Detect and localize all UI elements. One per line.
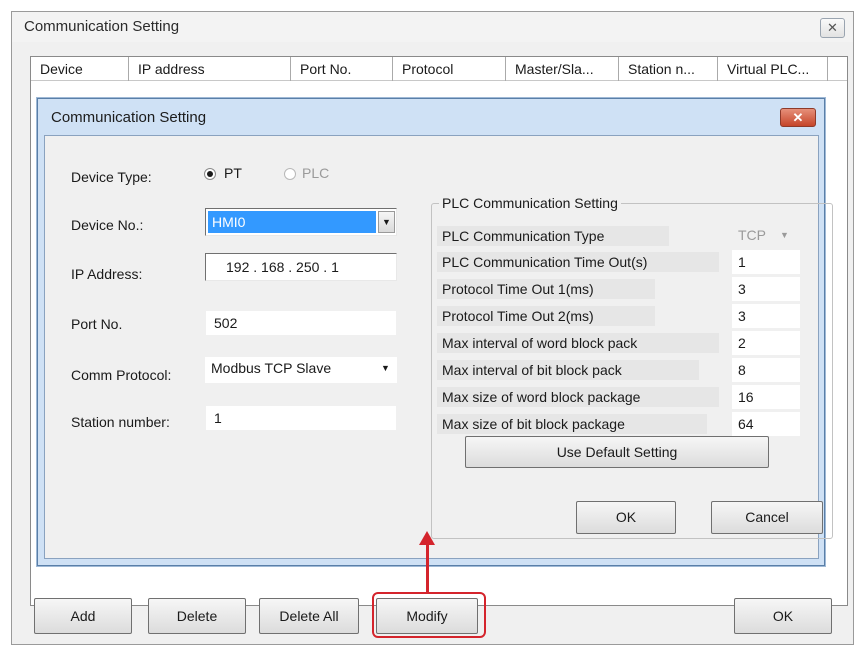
close-icon: ✕ [827, 20, 838, 35]
max-interval-word-field[interactable]: 2 [732, 331, 800, 355]
outer-title-bar[interactable]: Communication Setting ✕ [12, 12, 853, 42]
device-no-dropdown[interactable]: HMI0 ▼ [205, 208, 397, 236]
plc-timeout-label: PLC Communication Time Out(s) [437, 252, 719, 272]
radio-pt-label[interactable]: PT [224, 165, 242, 181]
close-icon: ✕ [792, 110, 804, 125]
outer-ok-button[interactable]: OK [734, 598, 832, 634]
plc-timeout-field[interactable]: 1 [732, 250, 800, 274]
delete-all-button[interactable]: Delete All [259, 598, 359, 634]
radio-pt[interactable] [204, 168, 216, 180]
column-header-device[interactable]: Device [31, 57, 129, 81]
column-header-protocol[interactable]: Protocol [393, 57, 506, 81]
max-size-bit-label: Max size of bit block package [437, 414, 707, 434]
max-size-word-label: Max size of word block package [437, 387, 719, 407]
inner-dialog-body: Device Type: PT PLC Device No.: HMI0 ▼ I… [44, 135, 833, 559]
max-size-bit-field[interactable]: 64 [732, 412, 800, 436]
cancel-button[interactable]: Cancel [711, 501, 823, 534]
protocol-timeout-2-label: Protocol Time Out 2(ms) [437, 306, 655, 326]
device-type-label: Device Type: [71, 169, 152, 185]
annotation-arrow-line [426, 542, 429, 593]
delete-button[interactable]: Delete [148, 598, 246, 634]
max-interval-bit-field[interactable]: 8 [732, 358, 800, 382]
comm-protocol-dropdown[interactable]: Modbus TCP Slave ▼ [205, 357, 397, 383]
column-header-port-no[interactable]: Port No. [291, 57, 393, 81]
outer-close-button[interactable]: ✕ [820, 18, 845, 38]
device-no-selected: HMI0 [208, 211, 376, 233]
protocol-timeout-1-field[interactable]: 3 [732, 277, 800, 301]
protocol-timeout-1-label: Protocol Time Out 1(ms) [437, 279, 655, 299]
inner-ok-button[interactable]: OK [576, 501, 676, 534]
station-number-field[interactable]: 1 [205, 405, 397, 431]
plc-communication-type-dropdown[interactable]: TCP ▼ [732, 224, 800, 248]
inner-close-button[interactable]: ✕ [780, 108, 816, 127]
outer-title: Communication Setting [24, 18, 180, 35]
add-button[interactable]: Add [34, 598, 132, 634]
protocol-timeout-2-field[interactable]: 3 [732, 304, 800, 328]
column-header-master-slave[interactable]: Master/Sla... [506, 57, 619, 81]
column-header-ip-address[interactable]: IP address [129, 57, 291, 81]
radio-plc[interactable] [284, 168, 296, 180]
ip-address-field[interactable]: 192 . 168 . 250 . 1 [205, 253, 397, 281]
ip-address-label: IP Address: [71, 266, 143, 282]
port-no-label: Port No. [71, 316, 123, 332]
plc-communication-type-label: PLC Communication Type [437, 226, 669, 246]
modify-highlight-box [372, 592, 486, 638]
use-default-setting-button[interactable]: Use Default Setting [465, 436, 769, 468]
port-no-field[interactable]: 502 [205, 310, 397, 336]
chevron-down-icon: ▼ [780, 230, 789, 240]
plc-communication-type-value: TCP [738, 227, 766, 243]
device-no-label: Device No.: [71, 217, 144, 233]
chevron-down-icon[interactable]: ▼ [378, 211, 395, 233]
column-header-station-number[interactable]: Station n... [619, 57, 718, 81]
table-header: Device IP address Port No. Protocol Mast… [31, 57, 847, 81]
chevron-down-icon[interactable]: ▼ [381, 363, 390, 373]
inner-title: Communication Setting [51, 109, 207, 126]
comm-protocol-label: Comm Protocol: [71, 367, 172, 383]
plc-settings-list: PLC Communication Type TCP ▼ PLC Communi… [437, 224, 821, 436]
column-header-virtual-plc[interactable]: Virtual PLC... [718, 57, 828, 81]
radio-selected-dot [207, 171, 213, 177]
station-number-label: Station number: [71, 414, 170, 430]
max-size-word-field[interactable]: 16 [732, 385, 800, 409]
inner-dialog: Communication Setting ✕ Device Type: PT … [37, 98, 833, 566]
comm-protocol-value: Modbus TCP Slave [211, 360, 332, 376]
radio-plc-label[interactable]: PLC [302, 165, 329, 181]
plc-group-title: PLC Communication Setting [439, 195, 621, 211]
max-interval-word-label: Max interval of word block pack [437, 333, 719, 353]
max-interval-bit-label: Max interval of bit block pack [437, 360, 699, 380]
